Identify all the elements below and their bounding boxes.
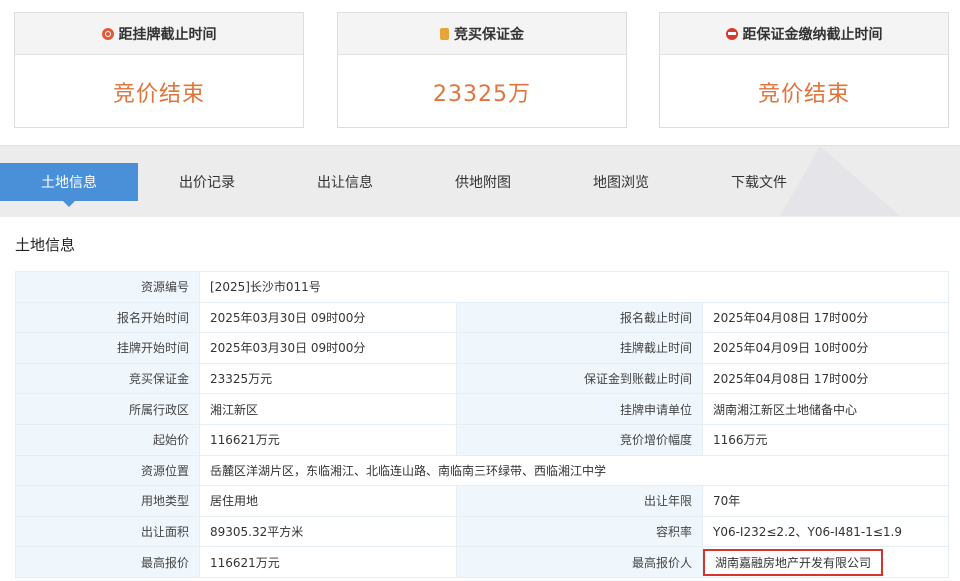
table-row: 起始价 116621万元 竞价增价幅度 1166万元 xyxy=(15,423,949,456)
label-reg-end: 报名截止时间 xyxy=(456,301,703,334)
alarm-icon xyxy=(725,27,738,40)
value-list-start: 2025年03月30日 09时00分 xyxy=(199,332,457,364)
value-list-end: 2025年04月09日 10时00分 xyxy=(702,332,949,364)
label-location: 资源位置 xyxy=(15,454,200,487)
label-usage: 用地类型 xyxy=(15,485,200,517)
label-years: 出让年限 xyxy=(456,485,703,517)
value-reg-start: 2025年03月30日 09时00分 xyxy=(199,301,457,334)
table-row: 报名开始时间 2025年03月30日 09时00分 报名截止时间 2025年04… xyxy=(15,301,949,334)
value-increment: 1166万元 xyxy=(702,423,949,456)
table-row: 最高报价 116621万元 最高报价人 湖南嘉融房地产开发有限公司 xyxy=(15,546,949,578)
label-district: 所属行政区 xyxy=(15,393,200,425)
label-applicant-unit: 挂牌申请单位 xyxy=(456,393,703,425)
card-title: 距挂牌截止时间 xyxy=(118,26,217,43)
value-area: 89305.32平方米 xyxy=(199,515,457,548)
tab-map-browse[interactable]: 地图浏览 xyxy=(552,163,690,201)
card-title: 距保证金缴纳截止时间 xyxy=(742,26,883,43)
label-resource-no: 资源编号 xyxy=(15,271,200,303)
label-reg-start: 报名开始时间 xyxy=(15,301,200,334)
value-applicant-unit: 湖南湘江新区土地储备中心 xyxy=(702,393,949,425)
value-top-bidder: 湖南嘉融房地产开发有限公司 xyxy=(703,548,884,576)
card-title: 竞买保证金 xyxy=(454,26,524,43)
label-top-bidder: 最高报价人 xyxy=(456,546,703,578)
label-top-price: 最高报价 xyxy=(15,546,200,578)
card-deposit-deadline: 距保证金缴纳截止时间 竞价结束 xyxy=(659,12,949,128)
value-start-price: 116621万元 xyxy=(199,423,457,456)
tabs: 土地信息 出价记录 出让信息 供地附图 地图浏览 下载文件 xyxy=(0,163,828,207)
clock-icon xyxy=(101,27,114,40)
tab-land-info[interactable]: 土地信息 xyxy=(0,163,138,207)
label-area: 出让面积 xyxy=(15,515,200,548)
value-usage: 居住用地 xyxy=(199,485,457,517)
tab-bid-records[interactable]: 出价记录 xyxy=(138,163,276,201)
land-info-table: 资源编号 [2025]长沙市011号 报名开始时间 2025年03月30日 09… xyxy=(15,271,949,578)
land-info-section: 土地信息 资源编号 [2025]长沙市011号 报名开始时间 2025年03月3… xyxy=(0,217,960,581)
value-far: Y06-I232≤2.2、Y06-I481-1≤1.9 xyxy=(702,515,949,548)
value-reg-end: 2025年04月08日 17时00分 xyxy=(702,301,949,334)
label-list-start: 挂牌开始时间 xyxy=(15,332,200,364)
money-icon xyxy=(440,27,449,40)
card-value: 竞价结束 xyxy=(112,81,205,107)
card-value: 23325万 xyxy=(433,81,531,107)
value-district: 湘江新区 xyxy=(199,393,457,425)
value-deposit: 23325万元 xyxy=(199,362,457,395)
table-row: 挂牌开始时间 2025年03月30日 09时00分 挂牌截止时间 2025年04… xyxy=(15,332,949,364)
tab-download-files[interactable]: 下载文件 xyxy=(690,163,828,201)
table-row: 竞买保证金 23325万元 保证金到账截止时间 2025年04月08日 17时0… xyxy=(15,362,949,395)
value-years: 70年 xyxy=(702,485,949,517)
value-top-price: 116621万元 xyxy=(199,546,457,578)
label-deposit: 竞买保证金 xyxy=(15,362,200,395)
label-increment: 竞价增价幅度 xyxy=(456,423,703,456)
table-row: 所属行政区 湘江新区 挂牌申请单位 湖南湘江新区土地储备中心 xyxy=(15,393,949,425)
card-listing-deadline: 距挂牌截止时间 竞价结束 xyxy=(14,12,304,128)
tab-land-map[interactable]: 供地附图 xyxy=(414,163,552,201)
value-deposit-due: 2025年04月08日 17时00分 xyxy=(702,362,949,395)
value-resource-no: [2025]长沙市011号 xyxy=(199,271,949,303)
card-deposit: 竞买保证金 23325万 xyxy=(337,12,627,128)
label-deposit-due: 保证金到账截止时间 xyxy=(456,362,703,395)
tab-bar: 土地信息 出价记录 出让信息 供地附图 地图浏览 下载文件 xyxy=(0,145,960,217)
table-row: 用地类型 居住用地 出让年限 70年 xyxy=(15,485,949,517)
table-row: 资源编号 [2025]长沙市011号 xyxy=(15,271,949,303)
value-location: 岳麓区洋湖片区，东临湘江、北临连山路、南临南三环绿带、西临湘江中学 xyxy=(199,454,949,487)
tab-transfer-info[interactable]: 出让信息 xyxy=(276,163,414,201)
label-list-end: 挂牌截止时间 xyxy=(456,332,703,364)
label-start-price: 起始价 xyxy=(15,423,200,456)
label-far: 容积率 xyxy=(456,515,703,548)
card-value: 竞价结束 xyxy=(757,81,850,107)
table-row: 资源位置 岳麓区洋湖片区，东临湘江、北临连山路、南临南三环绿带、西临湘江中学 xyxy=(15,454,949,487)
section-title: 土地信息 xyxy=(15,236,76,254)
table-row: 出让面积 89305.32平方米 容积率 Y06-I232≤2.2、Y06-I4… xyxy=(15,515,949,548)
summary-cards: 距挂牌截止时间 竞价结束 竞买保证金 23325万 距保证金缴纳截止时间 竞价结… xyxy=(0,0,960,145)
